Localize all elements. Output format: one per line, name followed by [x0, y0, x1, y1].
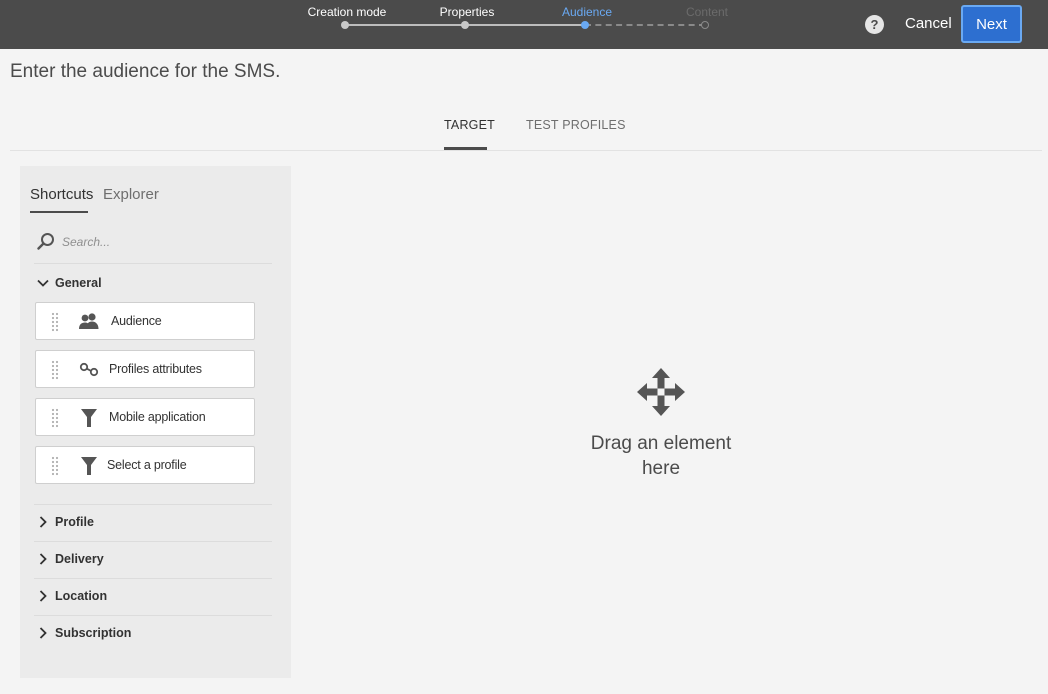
drop-zone[interactable]: Drag an element here [291, 166, 1032, 678]
search-bar [34, 228, 272, 264]
panel-tab-indicator [30, 211, 88, 213]
step-creation-mode[interactable]: Creation mode [308, 5, 387, 19]
chevron-right-icon [39, 516, 47, 528]
page-title: Enter the audience for the SMS. [10, 61, 281, 82]
step-content: Content [685, 5, 729, 19]
step-dot-audience[interactable] [581, 21, 589, 29]
tab-target[interactable]: TARGET [444, 118, 495, 132]
section-delivery[interactable]: Delivery [34, 542, 272, 578]
step-connector [345, 24, 465, 26]
cancel-button[interactable]: Cancel [897, 10, 960, 38]
drag-handle-icon [51, 360, 59, 380]
item-mobile-application[interactable]: Mobile application [35, 398, 255, 436]
section-location[interactable]: Location [34, 579, 272, 615]
tab-explorer[interactable]: Explorer [103, 186, 159, 203]
section-subscription[interactable]: Subscription [34, 616, 272, 652]
step-dot-creation-mode[interactable] [341, 21, 349, 29]
chevron-right-icon [39, 627, 47, 639]
chevron-right-icon [39, 553, 47, 565]
tab-test-profiles[interactable]: TEST PROFILES [526, 118, 626, 132]
step-dot-content [701, 21, 709, 29]
step-audience[interactable]: Audience [562, 5, 612, 19]
item-audience[interactable]: Audience [35, 302, 255, 340]
tabs-divider [10, 150, 1042, 151]
drop-zone-text: Drag an element here [561, 431, 761, 481]
step-connector-future [585, 24, 705, 26]
chevron-right-icon [39, 590, 47, 602]
attributes-icon [79, 362, 99, 377]
drop-zone-text-line1: Drag an element [590, 433, 732, 454]
audience-icon [79, 313, 99, 329]
drop-zone-text-line2: here [641, 458, 681, 479]
step-properties[interactable]: Properties [440, 5, 495, 19]
question-mark-icon[interactable]: ? [865, 15, 884, 34]
item-select-a-profile[interactable]: Select a profile [35, 446, 255, 484]
item-label: Mobile application [109, 410, 206, 424]
item-label: Select a profile [107, 458, 187, 472]
item-label: Audience [111, 314, 162, 328]
item-profiles-attributes[interactable]: Profiles attributes [35, 350, 255, 388]
filter-icon [81, 409, 97, 427]
section-label: Delivery [55, 552, 104, 566]
drag-handle-icon [51, 456, 59, 476]
chevron-down-icon [37, 279, 49, 287]
item-label: Profiles attributes [109, 362, 202, 376]
step-connector [465, 24, 585, 26]
next-button[interactable]: Next [961, 5, 1022, 43]
step-dot-properties[interactable] [461, 21, 469, 29]
search-input[interactable] [62, 231, 267, 253]
section-profile[interactable]: Profile [34, 505, 272, 541]
wizard-topbar: Creation mode Properties Audience Conten… [0, 0, 1048, 49]
palette-panel: Shortcuts Explorer General Audience Prof… [20, 166, 291, 678]
filter-icon [81, 457, 97, 475]
section-label: Location [55, 589, 108, 603]
section-general[interactable]: General [34, 266, 272, 302]
section-label: Profile [55, 515, 94, 529]
section-label: Subscription [55, 626, 132, 640]
search-icon [37, 233, 54, 250]
drag-handle-icon [51, 312, 59, 332]
section-label: General [55, 276, 102, 290]
move-arrows-icon [637, 368, 685, 416]
drag-handle-icon [51, 408, 59, 428]
tab-shortcuts[interactable]: Shortcuts [30, 186, 93, 203]
